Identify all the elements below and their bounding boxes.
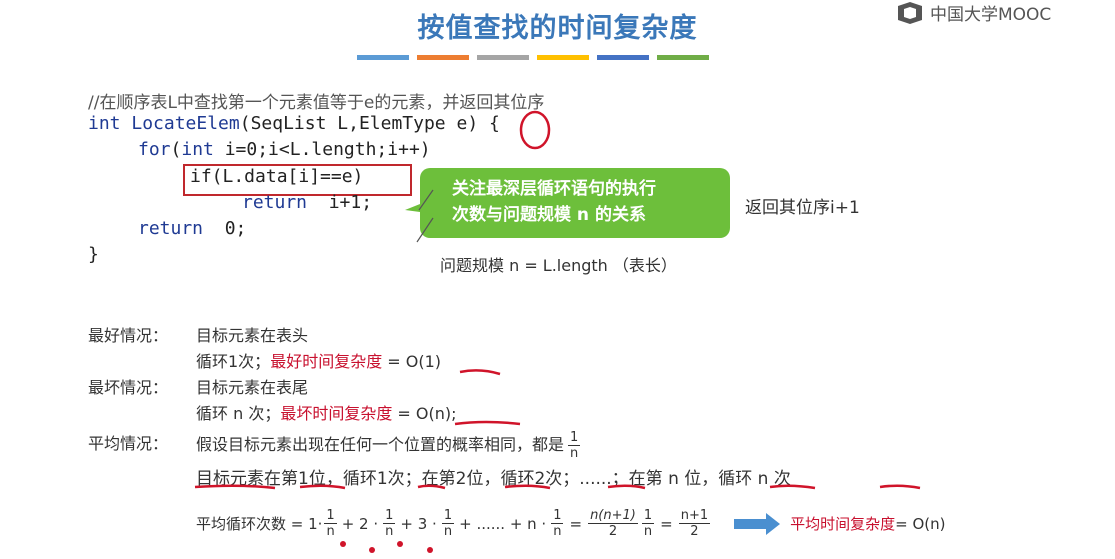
callout-pointer: [405, 189, 435, 243]
code-param-e: e: [456, 113, 468, 134]
best-loop: 循环1次；: [196, 352, 271, 371]
fraction-denominator: 2: [608, 524, 618, 539]
probability-fraction: 1n: [568, 430, 581, 461]
worst-complexity-value: = O(n);: [392, 404, 457, 423]
best-complexity-value: = O(1): [382, 352, 442, 371]
fraction: n(n+1) 2: [588, 508, 638, 539]
formula-equals: =: [660, 514, 673, 533]
code-keyword: int: [181, 139, 214, 160]
callout-line-2: 次数与问题规模 n 的关系: [452, 205, 646, 225]
code-line-5: return 0;: [138, 218, 246, 239]
annotation-circle: [519, 110, 551, 150]
fraction: 1n: [441, 508, 455, 539]
code-comment: //在顺序表L中查找第一个元素值等于e的元素，并返回其位序: [88, 93, 545, 113]
logo-text: 中国大学MOOC: [930, 5, 1052, 25]
worst-complexity-label: 最坏时间复杂度: [280, 404, 393, 423]
fraction: 1n: [641, 508, 655, 539]
code-keyword: return: [242, 192, 308, 213]
best-complexity-label: 最好时间复杂度: [270, 352, 383, 371]
code-function-name: LocateElem: [131, 113, 240, 134]
callout-line-1: 关注最深层循环语句的执行: [452, 179, 656, 199]
accent-bar: [657, 55, 709, 60]
code-args-end: ) {: [467, 113, 500, 134]
average-positions-line: 目标元素在第1位，循环1次；在第2位，循环2次；......；在第 n 位，循环…: [196, 469, 791, 489]
average-complexity-label: 平均时间复杂度: [790, 515, 896, 533]
code-args: (SeqList L,ElemType: [239, 113, 457, 134]
title-accent-bars: [357, 55, 709, 60]
code-keyword: int: [88, 113, 121, 134]
fraction-denominator: n: [553, 524, 562, 539]
accent-bar: [537, 55, 589, 60]
callout-bubble: 关注最深层循环语句的执行 次数与问题规模 n 的关系: [420, 168, 730, 238]
fraction-numerator: 1: [383, 508, 396, 524]
accent-bar: [597, 55, 649, 60]
fraction: 1n: [551, 508, 564, 539]
average-desc-text: 假设目标元素出现在任何一个位置的概率相同，都是: [196, 435, 565, 454]
accent-bar: [417, 55, 469, 60]
mooc-logo: 中国大学MOOC: [896, 0, 1051, 25]
fraction-numerator: 1: [441, 508, 455, 524]
arrow-right-icon: [734, 512, 781, 535]
code-text: (: [170, 139, 182, 160]
fraction-numerator: 1: [551, 508, 564, 524]
fraction-denominator: n: [326, 524, 335, 539]
formula-term: + ...... + n ·: [459, 514, 547, 533]
code-keyword: for: [138, 139, 171, 160]
average-case-desc: 假设目标元素出现在任何一个位置的概率相同，都是 1 n: [196, 430, 582, 461]
code-text: 0;: [203, 218, 247, 239]
average-case-label: 平均情况：: [88, 434, 169, 453]
average-complexity-value: = O(n): [895, 514, 946, 533]
fraction-denominator: n: [570, 446, 579, 461]
worst-case-line: 循环 n 次；最坏时间复杂度 = O(n);: [196, 400, 457, 424]
fraction-numerator: 1: [324, 508, 337, 524]
formula-term: + 3 ·: [400, 514, 437, 533]
fraction-denominator: 2: [690, 524, 699, 539]
fraction-numerator: n+1: [678, 508, 711, 524]
formula-equals: =: [569, 514, 583, 533]
fraction: n+1 2: [678, 508, 711, 539]
fraction-denominator: n: [643, 524, 653, 539]
worst-loop: 循环 n 次；: [196, 404, 281, 423]
fraction-denominator: n: [443, 524, 453, 539]
best-case-desc: 目标元素在表头: [196, 326, 309, 345]
accent-bar: [357, 55, 409, 60]
code-keyword: return: [138, 218, 204, 239]
code-line-1: int LocateElem(SeqList L,ElemType e) {: [88, 113, 500, 134]
fraction-numerator: 1: [568, 430, 581, 446]
fraction-numerator: n(n+1): [588, 508, 638, 524]
code-line-6: }: [88, 244, 99, 265]
code-line-4: return i+1;: [242, 192, 372, 213]
accent-bar: [477, 55, 529, 60]
problem-size-note: 问题规模 n = L.length （表长）: [440, 256, 677, 275]
code-text: i=0;i<L.length;i++): [213, 139, 431, 160]
average-formula: 平均循环次数 = 1· 1n + 2 · 1n + 3 · 1n + .....…: [196, 508, 946, 539]
formula-term: + 2 ·: [341, 514, 379, 533]
mooc-logo-icon: [898, 1, 922, 24]
worst-case-label: 最坏情况：: [88, 378, 169, 397]
fraction-numerator: 1: [641, 508, 655, 524]
fraction: 1n: [383, 508, 396, 539]
formula-label: 平均循环次数 = 1·: [196, 515, 323, 533]
fraction-denominator: n: [385, 524, 394, 539]
return-note: 返回其位序i+1: [745, 198, 860, 218]
worst-case-desc: 目标元素在表尾: [196, 378, 309, 397]
code-text: i+1;: [307, 192, 373, 213]
code-line-2: for(int i=0;i<L.length;i++): [138, 139, 431, 160]
fraction: 1n: [324, 508, 337, 539]
best-case-label: 最好情况：: [88, 326, 169, 345]
best-case-line: 循环1次；最好时间复杂度 = O(1): [196, 348, 441, 372]
